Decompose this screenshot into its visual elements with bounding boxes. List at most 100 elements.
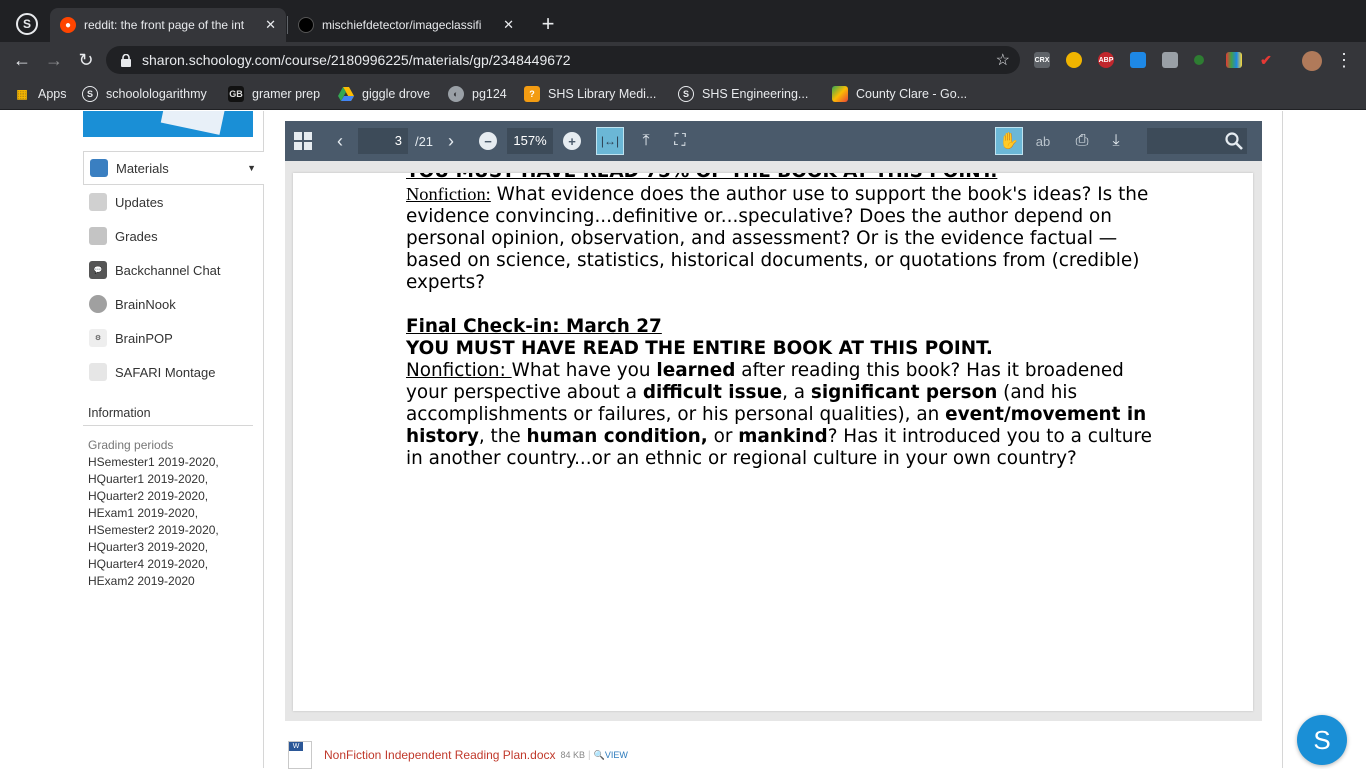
color-extension-icon[interactable]: [1226, 52, 1242, 68]
bookmark-giggle-drove[interactable]: giggle drove: [338, 86, 430, 102]
grading-period: HExam2 2019-2020: [88, 574, 195, 588]
hand-tool-icon[interactable]: ✋: [995, 127, 1023, 155]
grading-period: HQuarter3 2019-2020,: [88, 540, 209, 554]
emphasis: mankind: [738, 426, 828, 447]
tab-strip: S ● reddit: the front page of the int ✕ …: [0, 0, 1366, 42]
print-icon[interactable]: ⎙: [1071, 129, 1093, 153]
tab-github[interactable]: mischiefdetector/imageclassifi ✕: [288, 8, 524, 42]
avatar[interactable]: [1302, 51, 1322, 71]
close-icon[interactable]: ✕: [503, 17, 514, 33]
apps-grid-icon: ▦: [16, 87, 28, 101]
search-icon[interactable]: [1223, 129, 1245, 153]
divider: [83, 425, 253, 426]
final-requirement: YOU MUST HAVE READ THE ENTIRE BOOK AT TH…: [406, 338, 993, 359]
attachment: NonFiction Independent Reading Plan.docx…: [288, 741, 628, 769]
library-icon: ?: [524, 86, 540, 102]
course-banner[interactable]: [83, 111, 253, 137]
owl-extension-icon[interactable]: [1066, 52, 1082, 68]
word-document-icon: [288, 741, 312, 769]
sidebar-item-label: BrainNook: [115, 296, 176, 312]
bookmark-apps[interactable]: ▦ Apps: [14, 86, 67, 102]
document-text: YOU MUST HAVE READ 75% OF THE BOOK AT TH…: [406, 173, 1166, 470]
brainpop-icon: ⚙: [89, 329, 107, 347]
previous-page-icon[interactable]: ‹: [329, 129, 351, 153]
back-icon[interactable]: ←: [10, 48, 34, 72]
tab-reddit[interactable]: ● reddit: the front page of the int ✕: [50, 8, 286, 42]
cut-off-line: YOU MUST HAVE READ 75% OF THE BOOK AT TH…: [406, 173, 1166, 183]
attachment-link[interactable]: NonFiction Independent Reading Plan.docx: [324, 748, 556, 762]
sidebar-item-materials[interactable]: Materials ▼: [83, 151, 264, 185]
crx-extension-icon[interactable]: CRX: [1034, 52, 1050, 68]
paragraph: Nonfiction: What have you learned after …: [406, 360, 1166, 470]
menu-icon[interactable]: ⋮: [1332, 48, 1356, 72]
total-pages: /21: [414, 133, 434, 149]
sidebar-item-grades[interactable]: Grades: [83, 219, 264, 253]
github-icon: [298, 17, 314, 33]
map-icon: [832, 86, 848, 102]
download-icon[interactable]: ⤓: [1105, 129, 1127, 153]
schoology-help-button[interactable]: S: [1297, 715, 1347, 765]
bookmarks-bar: ▦ Apps S schoolologarithmy GB gramer pre…: [0, 78, 1366, 110]
forward-icon[interactable]: →: [42, 48, 66, 72]
bookmark-shs-engineering[interactable]: S SHS Engineering...: [678, 86, 808, 102]
tab-title: reddit: the front page of the int: [84, 18, 245, 32]
text-select-tool[interactable]: ab: [1031, 129, 1055, 153]
bookmark-gramer-prep[interactable]: GB gramer prep: [228, 86, 320, 102]
new-tab-button[interactable]: +: [536, 12, 560, 36]
globe-icon: ◐: [448, 86, 464, 102]
check-extension-icon[interactable]: ✔: [1258, 52, 1274, 68]
schoology-pinned-tab-icon[interactable]: S: [16, 13, 38, 35]
page-number-input[interactable]: 3: [358, 128, 408, 154]
bookmark-label: gramer prep: [252, 87, 321, 101]
bookmark-star-icon[interactable]: ☆: [996, 50, 1010, 70]
fit-page-icon[interactable]: ⤒: [635, 129, 657, 153]
divider: [1282, 111, 1283, 768]
next-page-icon[interactable]: ›: [441, 129, 461, 153]
pulse-extension-icon[interactable]: [1130, 52, 1146, 68]
fit-width-icon[interactable]: |↔|: [596, 127, 624, 155]
sidebar-item-safari-montage[interactable]: SAFARI Montage: [83, 355, 264, 389]
paragraph-text: What have you: [511, 360, 657, 381]
briefcase-extension-icon[interactable]: [1162, 52, 1178, 68]
abp-extension-icon[interactable]: ABP: [1098, 52, 1114, 68]
bookmark-schoolologarithmy[interactable]: S schoolologarithmy: [82, 86, 207, 102]
thumbnails-grid-icon[interactable]: [293, 129, 313, 153]
zoom-out-icon[interactable]: −: [479, 132, 497, 150]
sidebar-item-backchannel-chat[interactable]: 💬 Backchannel Chat: [83, 253, 264, 287]
reload-icon[interactable]: ↻: [74, 48, 98, 72]
paragraph-text: or: [707, 426, 739, 447]
information-heading: Information: [88, 406, 151, 420]
zoom-in-icon[interactable]: +: [563, 132, 581, 150]
sidebar-item-label: Backchannel Chat: [115, 262, 221, 278]
url-text: sharon.schoology.com/course/2180996225/m…: [142, 52, 571, 68]
address-bar[interactable]: sharon.schoology.com/course/2180996225/m…: [106, 46, 1020, 74]
dot-extension-icon[interactable]: [1194, 55, 1204, 65]
viewer-toolbar: ‹ 3 /21 › − 157% + |↔| ⤒ ⛶ ✋ ab ⎙ ⤓: [285, 121, 1262, 161]
bookmark-label: Apps: [38, 87, 67, 101]
view-link[interactable]: VIEW: [605, 750, 628, 760]
sidebar-item-brainpop[interactable]: ⚙ BrainPOP: [83, 321, 264, 355]
bookmark-label: SHS Engineering...: [702, 87, 809, 101]
close-icon[interactable]: ✕: [265, 17, 276, 33]
bookmark-county-clare[interactable]: County Clare - Go...: [832, 86, 967, 102]
grading-period: HQuarter2 2019-2020,: [88, 489, 209, 503]
chevron-down-icon[interactable]: ▼: [247, 163, 256, 173]
grading-period: HQuarter4 2019-2020,: [88, 557, 209, 571]
schoology-icon: S: [82, 86, 98, 102]
sidebar-item-updates[interactable]: Updates: [83, 185, 264, 219]
bookmark-shs-library[interactable]: ? SHS Library Medi...: [524, 86, 656, 102]
document-viewer: ‹ 3 /21 › − 157% + |↔| ⤒ ⛶ ✋ ab ⎙ ⤓ YOU …: [285, 121, 1262, 721]
sidebar-item-label: Grades: [115, 228, 158, 244]
drive-icon: [338, 86, 354, 102]
emphasis: difficult issue: [642, 382, 783, 403]
paragraph: Nonfiction: What evidence does the autho…: [406, 183, 1166, 294]
schoology-icon: S: [678, 86, 694, 102]
bookmark-label: pg124: [472, 87, 507, 101]
bookmark-pg124[interactable]: ◐ pg124: [448, 86, 507, 102]
sidebar-item-brainnook[interactable]: BrainNook: [83, 287, 264, 321]
gb-icon: GB: [228, 86, 244, 102]
updates-icon: [89, 193, 107, 211]
grading-periods: Grading periods HSemester1 2019-2020, HQ…: [88, 437, 219, 590]
zoom-level[interactable]: 157%: [507, 128, 553, 154]
fullscreen-icon[interactable]: ⛶: [669, 129, 691, 153]
